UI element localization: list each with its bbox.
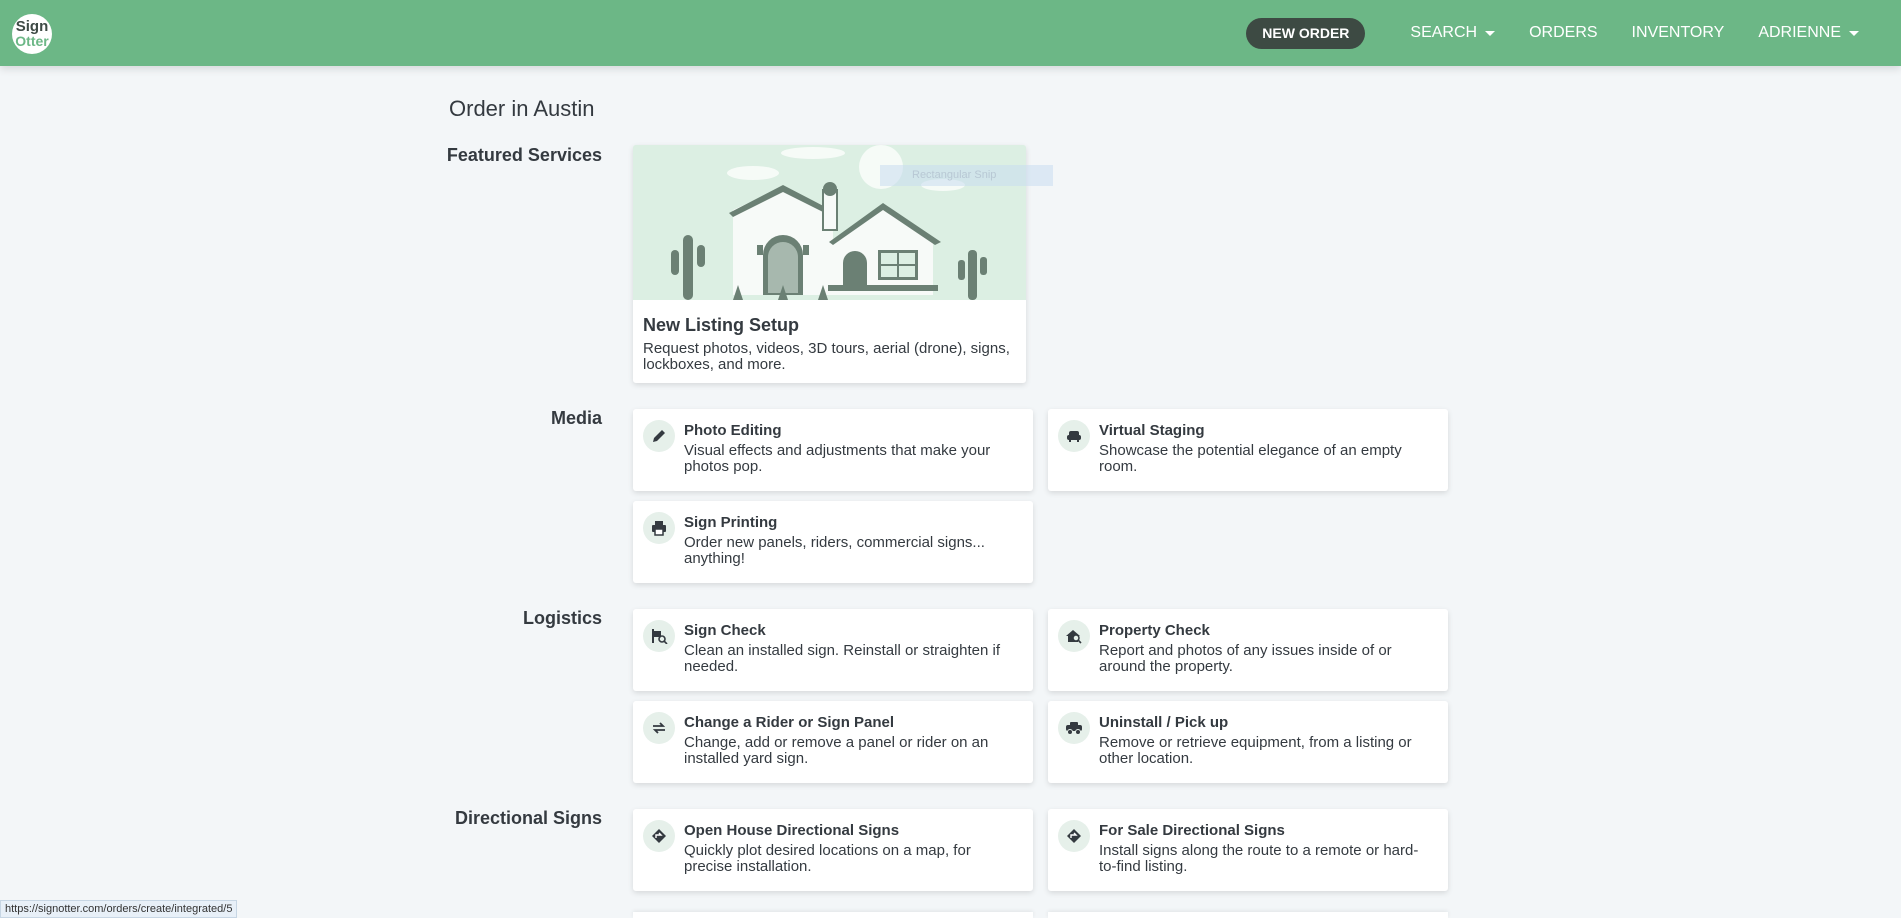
signotter-logo[interactable]: Sign Otter [12,14,52,54]
caret-down-icon [1849,30,1859,36]
card-description: Remove or retrieve equipment, from a lis… [1099,734,1412,767]
card-partial-left[interactable] [633,912,1033,918]
card-title: Sign Check [684,622,766,639]
sign-search-icon [643,620,675,652]
section-label-logistics: Logistics [522,608,602,628]
pencil-icon [643,420,675,452]
inventory-link[interactable]: INVENTORY [1632,24,1725,42]
rectangular-snip-overlay: Rectangular Snip [880,165,1053,186]
card-title: For Sale Directional Signs [1099,822,1285,839]
new-order-button[interactable]: NEW ORDER [1246,17,1366,49]
top-navbar: Sign Otter NEW ORDER SEARCH ORDERS INVEN… [0,0,1901,66]
card-sign-printing[interactable]: Sign Printing Order new panels, riders, … [633,501,1033,583]
card-description: Visual effects and adjustments that make… [684,442,991,475]
browser-status-url: https://signotter.com/orders/create/inte… [0,900,238,918]
search-label: SEARCH [1410,24,1478,41]
card-photo-editing[interactable]: Photo Editing Visual effects and adjustm… [633,409,1033,491]
card-virtual-staging[interactable]: Virtual Staging Showcase the potential e… [1048,409,1448,491]
card-description: Order new panels, riders, commercial sig… [684,534,985,567]
card-description: Showcase the potential elegance of an em… [1099,442,1402,475]
truck-icon [1058,712,1090,744]
card-property-check[interactable]: Property Check Report and photos of any … [1048,609,1448,691]
caret-down-icon [1485,30,1496,36]
card-partial-right[interactable] [1048,912,1448,918]
card-description: Install signs along the route to a remot… [1099,842,1419,875]
card-title: Virtual Staging [1099,422,1205,439]
user-name: ADRIENNE [1758,24,1841,41]
featured-title: New Listing Setup [643,315,800,335]
directions-icon [643,820,675,852]
orders-link[interactable]: ORDERS [1529,24,1597,42]
card-open-house-directional[interactable]: Open House Directional Signs Quickly plo… [633,809,1033,891]
card-description: Change, add or remove a panel or rider o… [684,734,989,767]
house-search-icon [1058,620,1090,652]
featured-description: Request photos, videos, 3D tours, aerial… [643,340,1010,373]
section-label-directional: Directional Signs [454,808,602,828]
card-description: Quickly plot desired locations on a map,… [684,842,971,875]
directions-icon [1058,820,1090,852]
card-title: Change a Rider or Sign Panel [684,714,895,731]
card-title: Uninstall / Pick up [1099,714,1229,731]
card-description: Report and photos of any issues inside o… [1099,642,1392,675]
user-dropdown[interactable]: ADRIENNE [1758,24,1859,42]
section-label-media: Media [550,408,602,428]
swap-arrows-icon [643,712,675,744]
card-description: Clean an installed sign. Reinstall or st… [684,642,1001,675]
sofa-icon [1058,420,1090,452]
logo-text-line2: Otter [15,33,49,49]
card-for-sale-directional[interactable]: For Sale Directional Signs Install signs… [1048,809,1448,891]
card-sign-check[interactable]: Sign Check Clean an installed sign. Rein… [633,609,1033,691]
card-title: Property Check [1099,622,1210,639]
card-title: Open House Directional Signs [684,822,900,839]
card-title: Sign Printing [684,514,778,531]
page-title: Order in Austin [449,96,595,121]
card-uninstall[interactable]: Uninstall / Pick up Remove or retrieve e… [1048,701,1448,783]
logo-text-line1: Sign [15,18,49,35]
section-label-featured: Featured Services [446,145,602,165]
card-title: Photo Editing [684,422,782,439]
card-change-rider[interactable]: Change a Rider or Sign Panel Change, add… [633,701,1033,783]
nav-menu: NEW ORDER SEARCH ORDERS INVENTORY ADRIEN… [1246,0,1876,66]
search-dropdown[interactable]: SEARCH [1410,24,1496,42]
printer-icon [643,512,675,544]
